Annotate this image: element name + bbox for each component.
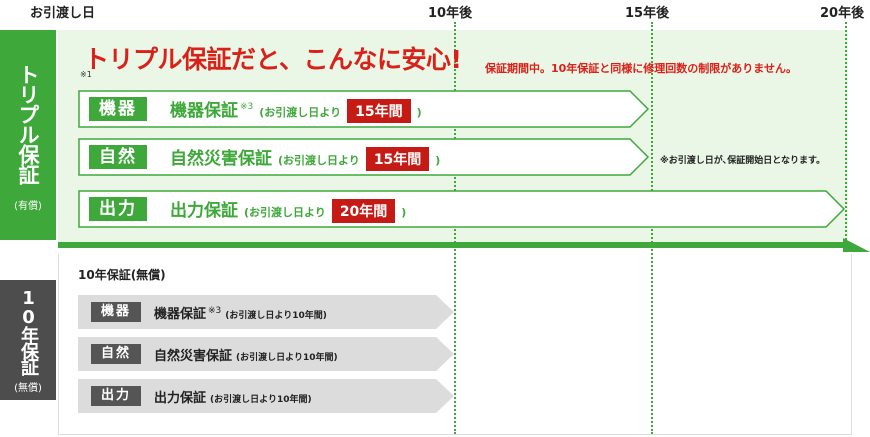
row-label: 機器保証 — [170, 101, 238, 121]
sidebar-ten-title: 10年保証 — [18, 288, 39, 374]
row-paren: (お引渡し日より10年間) — [225, 311, 327, 321]
year-10-line — [454, 22, 456, 434]
year-15-line — [651, 22, 653, 434]
row-label-container: 機器保証 ※3 (お引渡し日より 15年間) — [170, 96, 422, 123]
row-paren-close: ) — [416, 106, 422, 119]
row-label-container: 機器保証 ※3(お引渡し日より10年間) — [154, 303, 327, 322]
row-label-container: 出力保証 (お引渡し日より 20年間) — [170, 196, 406, 223]
row-years-badge: 15年間 — [347, 99, 411, 123]
triple-note: ※1 — [80, 70, 92, 79]
row-years-badge: 20年間 — [331, 199, 396, 223]
row-label: 出力保証 — [154, 391, 207, 406]
header-20-years-label: 20年後 — [820, 6, 865, 21]
row-tag: 機器 — [91, 302, 142, 322]
row-paren-close: ) — [435, 154, 441, 167]
triple-row-output: 出力 出力保証 (お引渡し日より 20年間) — [78, 190, 846, 228]
row-footnote: ※3 — [240, 102, 254, 113]
row-label: 機器保証 — [154, 307, 207, 322]
ten-row-output: 出力 出力保証 (お引渡し日より10年間) — [78, 379, 454, 413]
ten-row-natural-disaster: 自然 自然災害保証 (お引渡し日より10年間) — [78, 337, 454, 371]
triple-subtitle: 保証期間中。10年保証と同様に修理回数の制限がありません。 — [485, 62, 797, 75]
row-paren: (お引渡し日より10年間) — [236, 353, 338, 363]
ten-year-title: 10年保証(無償) — [78, 268, 166, 282]
row-label-container: 自然災害保証 (お引渡し日より10年間) — [154, 345, 338, 364]
sidebar-ten-year-guarantee: 10年保証 (無償) — [0, 280, 56, 400]
row-label: 自然災害保証 — [154, 349, 233, 364]
row-paren-close: ) — [401, 206, 407, 219]
row-paren-open: (お引渡し日より — [259, 106, 342, 119]
sidebar-triple-guarantee: トリプル保証 (有償) — [0, 30, 56, 240]
row-label: 自然災害保証 — [170, 149, 272, 169]
row-paren: (お引渡し日より10年間) — [210, 395, 312, 405]
header-handover-label: お引渡し日 — [30, 6, 96, 21]
row-tag: 機器 — [89, 97, 147, 121]
ten-row-equipment: 機器 機器保証 ※3(お引渡し日より10年間) — [78, 295, 454, 329]
sidebar-triple-title: トリプル保証 — [16, 64, 40, 184]
row-years-badge: 15年間 — [365, 147, 430, 171]
row-tag: 出力 — [91, 386, 142, 406]
row-label-container: 自然災害保証 (お引渡し日より 15年間) — [170, 144, 440, 171]
start-date-note: ※お引渡し日が､保証開始日となります。 — [660, 156, 826, 166]
row-tag: 出力 — [89, 197, 147, 221]
triple-row-natural-disaster: 自然 自然災害保証 (お引渡し日より 15年間) — [78, 138, 650, 176]
row-paren-open: (お引渡し日より — [278, 154, 360, 167]
row-label: 出力保証 — [170, 201, 238, 221]
timeline-arrow — [58, 238, 870, 252]
header-15-years-label: 15年後 — [625, 6, 670, 21]
triple-row-equipment: 機器 機器保証 ※3 (お引渡し日より 15年間) — [78, 90, 650, 128]
row-label-container: 出力保証 (お引渡し日より10年間) — [154, 387, 312, 406]
row-footnote: ※3 — [208, 305, 222, 316]
row-tag: 自然 — [89, 145, 147, 169]
header-10-years-label: 10年後 — [428, 6, 473, 21]
sidebar-ten-sub: (無償) — [14, 383, 42, 394]
triple-title: トリプル保証だと、こんなに安心! — [84, 45, 462, 74]
sidebar-triple-sub: (有償) — [14, 201, 42, 212]
row-tag: 自然 — [91, 344, 142, 364]
row-paren-open: (お引渡し日より — [244, 206, 326, 219]
